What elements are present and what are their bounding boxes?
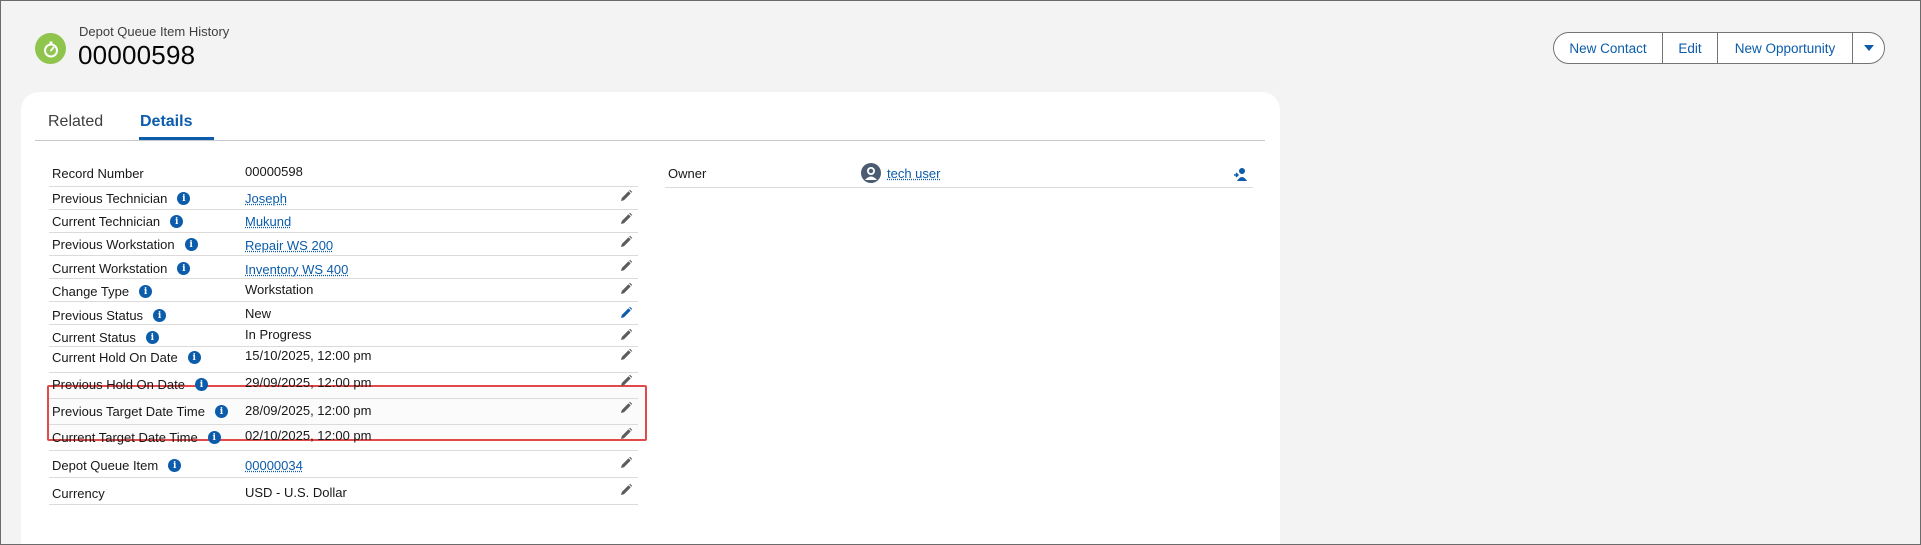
field-row: Previous Target Date Time i 28/09/2025, 12… xyxy=(49,397,638,425)
edit-pencil-icon[interactable] xyxy=(619,328,633,342)
field-row: Current Hold On Date i 15/10/2025, 12:00 p… xyxy=(49,345,638,373)
field-label: Currency xyxy=(52,486,105,501)
field-label: Owner xyxy=(668,166,706,181)
field-label: Current Hold On Date i xyxy=(52,350,201,365)
info-icon[interactable]: i xyxy=(195,378,208,391)
info-icon[interactable]: i xyxy=(208,431,221,444)
user-avatar-icon xyxy=(861,163,881,183)
owner-link[interactable]: tech user xyxy=(887,166,940,181)
stopwatch-icon xyxy=(35,33,66,64)
field-value-link[interactable]: 00000034 xyxy=(245,458,303,473)
field-value-link[interactable]: Joseph xyxy=(245,191,287,206)
more-actions-button[interactable] xyxy=(1853,33,1884,63)
edit-pencil-icon[interactable] xyxy=(619,456,633,470)
action-button-group: New Contact Edit New Opportunity xyxy=(1553,32,1885,64)
edit-pencil-icon[interactable] xyxy=(619,374,633,388)
edit-pencil-icon[interactable] xyxy=(619,483,633,497)
field-label-text: Previous Hold On Date xyxy=(52,377,185,392)
field-row-owner: Owner tech user xyxy=(665,160,1253,188)
field-label: Depot Queue Item i xyxy=(52,458,181,473)
field-label: Previous Workstation i xyxy=(52,237,198,252)
info-icon[interactable]: i xyxy=(185,238,198,251)
field-label-text: Record Number xyxy=(52,166,144,181)
field-label-text: Previous Target Date Time xyxy=(52,404,205,419)
field-row: Current Target Date Time i 02/10/2025, 12:… xyxy=(49,423,638,451)
field-value: 02/10/2025, 12:00 pm xyxy=(245,428,372,443)
edit-pencil-icon[interactable] xyxy=(619,306,633,320)
field-label: Previous Technician i xyxy=(52,191,190,206)
info-icon[interactable]: i xyxy=(168,459,181,472)
field-value: 28/09/2025, 12:00 pm xyxy=(245,403,372,418)
field-value: 15/10/2025, 12:00 pm xyxy=(245,348,372,363)
edit-pencil-icon[interactable] xyxy=(619,235,633,249)
tab-details[interactable]: Details xyxy=(140,113,192,131)
field-label: Current Status i xyxy=(52,330,159,345)
change-owner-icon[interactable] xyxy=(1233,166,1249,182)
info-icon[interactable]: i xyxy=(177,192,190,205)
field-label: Previous Target Date Time i xyxy=(52,404,228,419)
edit-pencil-icon[interactable] xyxy=(619,401,633,415)
chevron-down-icon xyxy=(1863,44,1875,52)
edit-pencil-icon[interactable] xyxy=(619,259,633,273)
field-row: Depot Queue Item i 00000034 xyxy=(49,450,638,478)
info-icon[interactable]: i xyxy=(215,405,228,418)
tab-bar: Related Details xyxy=(35,92,1265,141)
field-label-text: Previous Workstation xyxy=(52,237,175,252)
record-title: 00000598 xyxy=(78,40,195,71)
field-row: Currency USD - U.S. Dollar xyxy=(49,477,638,505)
field-label-text: Currency xyxy=(52,486,105,501)
edit-pencil-icon[interactable] xyxy=(619,189,633,203)
field-label-text: Previous Technician xyxy=(52,191,167,206)
info-icon[interactable]: i xyxy=(170,215,183,228)
field-label: Current Target Date Time i xyxy=(52,430,221,445)
new-contact-button[interactable]: New Contact xyxy=(1554,33,1663,63)
edit-button[interactable]: Edit xyxy=(1663,33,1718,63)
field-value: 00000598 xyxy=(245,164,303,179)
field-value-link[interactable]: Mukund xyxy=(245,214,291,229)
field-label: Record Number xyxy=(52,166,144,181)
field-label-text: Current Hold On Date xyxy=(52,350,178,365)
field-value: In Progress xyxy=(245,327,311,342)
field-row: Previous Hold On Date i 29/09/2025, 12:00 … xyxy=(49,371,638,399)
field-label-text: Current Technician xyxy=(52,214,160,229)
field-label-text: Current Target Date Time xyxy=(52,430,198,445)
field-value: 29/09/2025, 12:00 pm xyxy=(245,375,372,390)
field-label-text: Depot Queue Item xyxy=(52,458,158,473)
edit-pencil-icon[interactable] xyxy=(619,282,633,296)
field-label: Current Technician i xyxy=(52,214,183,229)
new-opportunity-button[interactable]: New Opportunity xyxy=(1718,33,1853,63)
field-value: Workstation xyxy=(245,282,313,297)
field-label: Previous Hold On Date i xyxy=(52,377,208,392)
record-header: Depot Queue Item History 00000598 New Co… xyxy=(0,0,1921,90)
field-label-text: Current Status xyxy=(52,330,136,345)
info-icon[interactable]: i xyxy=(146,331,159,344)
object-type-label: Depot Queue Item History xyxy=(79,24,229,39)
tab-related[interactable]: Related xyxy=(48,113,103,131)
field-row: Current Status i In Progress xyxy=(49,319,638,347)
info-icon[interactable]: i xyxy=(188,351,201,364)
field-value: USD - U.S. Dollar xyxy=(245,485,347,500)
edit-pencil-icon[interactable] xyxy=(619,348,633,362)
edit-pencil-icon[interactable] xyxy=(619,212,633,226)
edit-pencil-icon[interactable] xyxy=(619,427,633,441)
active-tab-indicator xyxy=(139,137,214,140)
